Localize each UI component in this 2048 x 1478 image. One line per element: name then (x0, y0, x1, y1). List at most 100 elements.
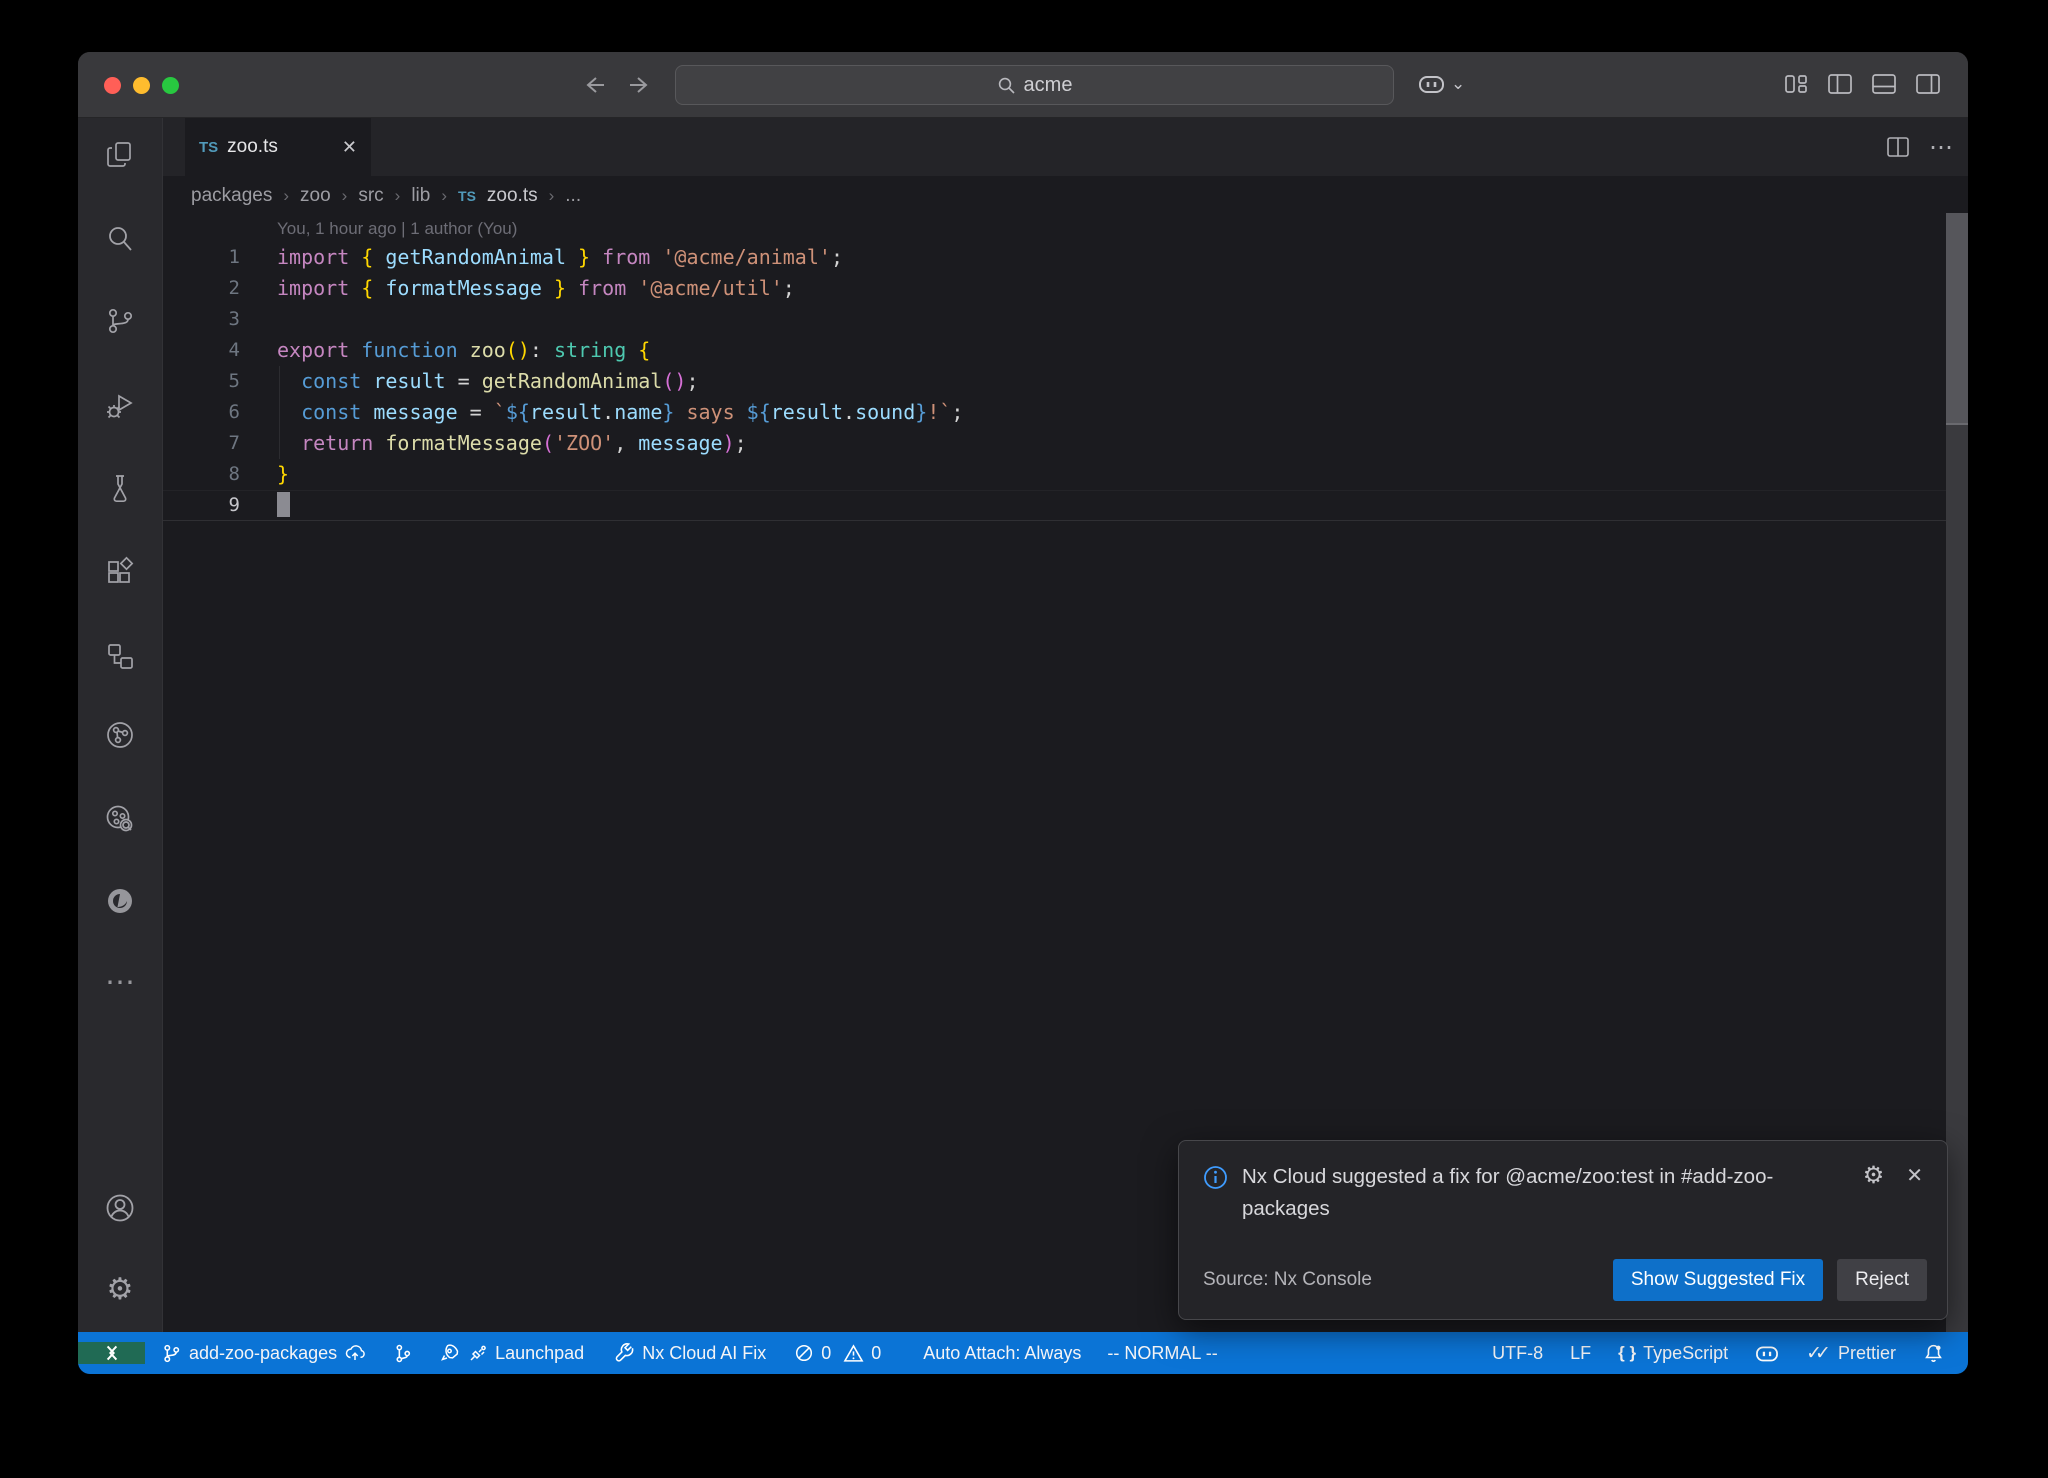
vim-mode-label: -- NORMAL -- (1107, 1343, 1217, 1364)
nx-console-icon[interactable] (103, 718, 137, 752)
toggle-primary-sidebar-icon[interactable] (1826, 70, 1854, 98)
customize-layout-icon[interactable] (1782, 70, 1810, 98)
activity-bar: ⋯ ⚙ (78, 118, 163, 1332)
editor-group: TS zoo.ts ✕ ⋯ packages › zoo › src › (163, 118, 1968, 1332)
forward-icon[interactable] (625, 70, 655, 100)
notification-source: Source: Nx Console (1203, 1269, 1372, 1291)
double-check-icon: ✓✓ (1806, 1342, 1831, 1365)
scrollbar-thumb[interactable] (1946, 213, 1968, 425)
code-line-5[interactable]: 5 const result = getRandomAnimal(); (163, 366, 1968, 397)
cloud-upload-icon (344, 1342, 366, 1364)
title-bar: acme ⌄ (78, 52, 1968, 118)
explorer-icon[interactable] (103, 138, 137, 172)
notifications-bell-item[interactable] (1923, 1343, 1944, 1364)
prettier-label: Prettier (1838, 1343, 1896, 1364)
code-lines: 1import { getRandomAnimal } from '@acme/… (163, 242, 1968, 521)
code-line-2[interactable]: 2import { formatMessage } from '@acme/ut… (163, 273, 1968, 304)
problems-item[interactable]: 0 0 (794, 1343, 881, 1364)
editor-cursor (277, 492, 290, 517)
zoom-window-button[interactable] (162, 77, 179, 94)
copilot-icon (1755, 1343, 1779, 1364)
code-line-4[interactable]: 4export function zoo(): string { (163, 335, 1968, 366)
prettier-item[interactable]: ✓✓ Prettier (1806, 1342, 1896, 1365)
git-blame-annotation: You, 1 hour ago | 1 author (You) (277, 216, 1968, 242)
breadcrumb-item[interactable]: src (358, 185, 383, 207)
editor-scrollbar[interactable] (1946, 213, 1968, 1332)
search-view-icon[interactable] (103, 222, 137, 256)
chevron-right-icon: › (441, 186, 447, 206)
remote-indicator[interactable] (78, 1342, 145, 1364)
more-views-icon[interactable]: ⋯ (103, 966, 137, 1000)
run-debug-icon[interactable] (103, 388, 137, 422)
eol-item[interactable]: LF (1570, 1343, 1591, 1364)
edge-browser-icon[interactable] (103, 884, 137, 918)
settings-gear-icon[interactable]: ⚙ (103, 1273, 137, 1307)
reject-button[interactable]: Reject (1837, 1259, 1927, 1301)
breadcrumb-file[interactable]: zoo.ts (487, 185, 538, 207)
git-branch-item[interactable]: add-zoo-packages (161, 1342, 366, 1364)
auto-attach-item[interactable]: Auto Attach: Always (923, 1343, 1081, 1364)
line-number: 5 (163, 366, 240, 397)
wrench-icon (614, 1343, 635, 1364)
copilot-status-item[interactable] (1755, 1343, 1779, 1364)
code-line-1[interactable]: 1import { getRandomAnimal } from '@acme/… (163, 242, 1968, 273)
vim-mode-item[interactable]: -- NORMAL -- (1107, 1343, 1217, 1364)
source-control-icon[interactable] (103, 304, 137, 338)
indent-guide (279, 366, 280, 459)
copilot-icon (1418, 72, 1445, 96)
split-editor-icon[interactable] (1885, 134, 1911, 160)
close-window-button[interactable] (104, 77, 121, 94)
code-line-9[interactable]: 9 (163, 490, 1968, 521)
search-icon (997, 76, 1016, 95)
show-suggested-fix-button[interactable]: Show Suggested Fix (1613, 1259, 1823, 1301)
launchpad-label: Launchpad (495, 1343, 584, 1364)
breadcrumb-item[interactable]: lib (411, 185, 430, 207)
tab-close-icon[interactable]: ✕ (342, 137, 357, 158)
toggle-panel-icon[interactable] (1870, 70, 1898, 98)
breadcrumb-item[interactable]: packages (191, 185, 272, 207)
line-number: 2 (163, 273, 240, 304)
auto-attach-label: Auto Attach: Always (923, 1343, 1081, 1364)
notification-message: Nx Cloud suggested a fix for @acme/zoo:t… (1242, 1161, 1812, 1225)
nx-cloud-icon[interactable] (103, 802, 137, 836)
command-center-search[interactable]: acme (675, 65, 1394, 105)
toggle-secondary-sidebar-icon[interactable] (1914, 70, 1942, 98)
breadcrumb-more[interactable]: ... (565, 185, 581, 207)
tab-bar: TS zoo.ts ✕ ⋯ (163, 118, 1968, 176)
typescript-file-icon: TS (458, 188, 476, 204)
eol-label: LF (1570, 1343, 1591, 1364)
nx-cloud-fix-item[interactable]: Nx Cloud AI Fix (614, 1343, 766, 1364)
encoding-item[interactable]: UTF-8 (1492, 1343, 1543, 1364)
line-number: 1 (163, 242, 240, 273)
warnings-icon (843, 1343, 864, 1364)
code-line-3[interactable]: 3 (163, 304, 1968, 335)
account-icon[interactable] (103, 1191, 137, 1225)
tab-zoo-ts[interactable]: TS zoo.ts ✕ (185, 118, 371, 176)
encoding-label: UTF-8 (1492, 1343, 1543, 1364)
line-number: 8 (163, 459, 240, 490)
breadcrumb-item[interactable]: zoo (300, 185, 331, 207)
back-icon[interactable] (579, 70, 609, 100)
code-line-6[interactable]: 6 const message = `${result.name} says $… (163, 397, 1968, 428)
notification-close-icon[interactable]: ✕ (1906, 1163, 1923, 1188)
plug-icon (468, 1343, 488, 1363)
launchpad-item[interactable]: Launchpad (439, 1342, 584, 1364)
testing-icon[interactable] (103, 471, 137, 505)
copilot-menu[interactable]: ⌄ (1418, 72, 1465, 96)
code-line-7[interactable]: 7 return formatMessage('ZOO', message); (163, 428, 1968, 459)
search-value: acme (1024, 74, 1073, 97)
minimize-window-button[interactable] (133, 77, 150, 94)
vscode-window: acme ⌄ (78, 52, 1968, 1374)
language-item[interactable]: { } TypeScript (1618, 1343, 1728, 1364)
chevron-right-icon: › (395, 186, 401, 206)
notification-toast: Nx Cloud suggested a fix for @acme/zoo:t… (1178, 1140, 1948, 1320)
extensions-icon[interactable] (103, 554, 137, 588)
notification-settings-icon[interactable]: ⚙ (1863, 1161, 1885, 1190)
language-label: TypeScript (1643, 1343, 1728, 1364)
source-control-graph-item[interactable] (392, 1343, 413, 1364)
code-line-8[interactable]: 8} (163, 459, 1968, 490)
more-actions-icon[interactable]: ⋯ (1929, 133, 1954, 162)
hierarchy-view-icon[interactable] (103, 639, 137, 673)
line-number: 7 (163, 428, 240, 459)
braces-icon: { } (1618, 1343, 1636, 1363)
